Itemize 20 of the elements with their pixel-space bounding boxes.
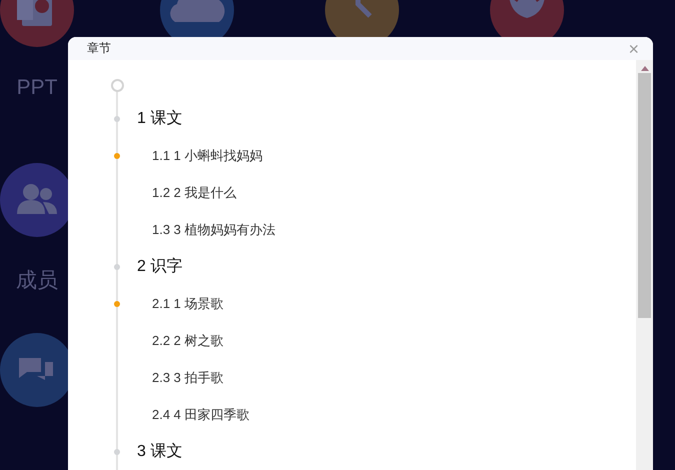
lesson-item[interactable]: 1.3 3 植物妈妈有办法 (152, 220, 276, 238)
lesson-item[interactable]: 1.1 1 小蝌蚪找妈妈 (152, 146, 263, 164)
lesson-item[interactable]: 2.2 2 树之歌 (152, 332, 224, 350)
chapter-item[interactable]: 1 课文 (137, 108, 182, 129)
chapter-item[interactable]: 3 课文 (137, 441, 182, 462)
scrollbar-track[interactable] (636, 60, 653, 470)
timeline-dot-icon (114, 264, 120, 270)
lesson-item[interactable]: 2.1 1 场景歌 (152, 294, 224, 312)
scroll-up-icon[interactable] (640, 66, 648, 71)
dialog-title: 章节 (87, 40, 111, 57)
lesson-item[interactable]: 1.2 2 我是什么 (152, 184, 237, 202)
app-label: PPT (16, 76, 58, 100)
timeline-dot-icon (114, 116, 120, 122)
scrollbar-thumb[interactable] (638, 73, 651, 318)
app-label: 成员 (15, 268, 59, 294)
lesson-item[interactable]: 2.4 4 田家四季歌 (152, 406, 250, 424)
chapter-item[interactable]: 2 识字 (137, 256, 182, 277)
timeline-dot-icon (114, 448, 120, 454)
lesson-item[interactable]: 2.3 3 拍手歌 (152, 368, 224, 386)
timeline-start-icon (110, 78, 124, 92)
